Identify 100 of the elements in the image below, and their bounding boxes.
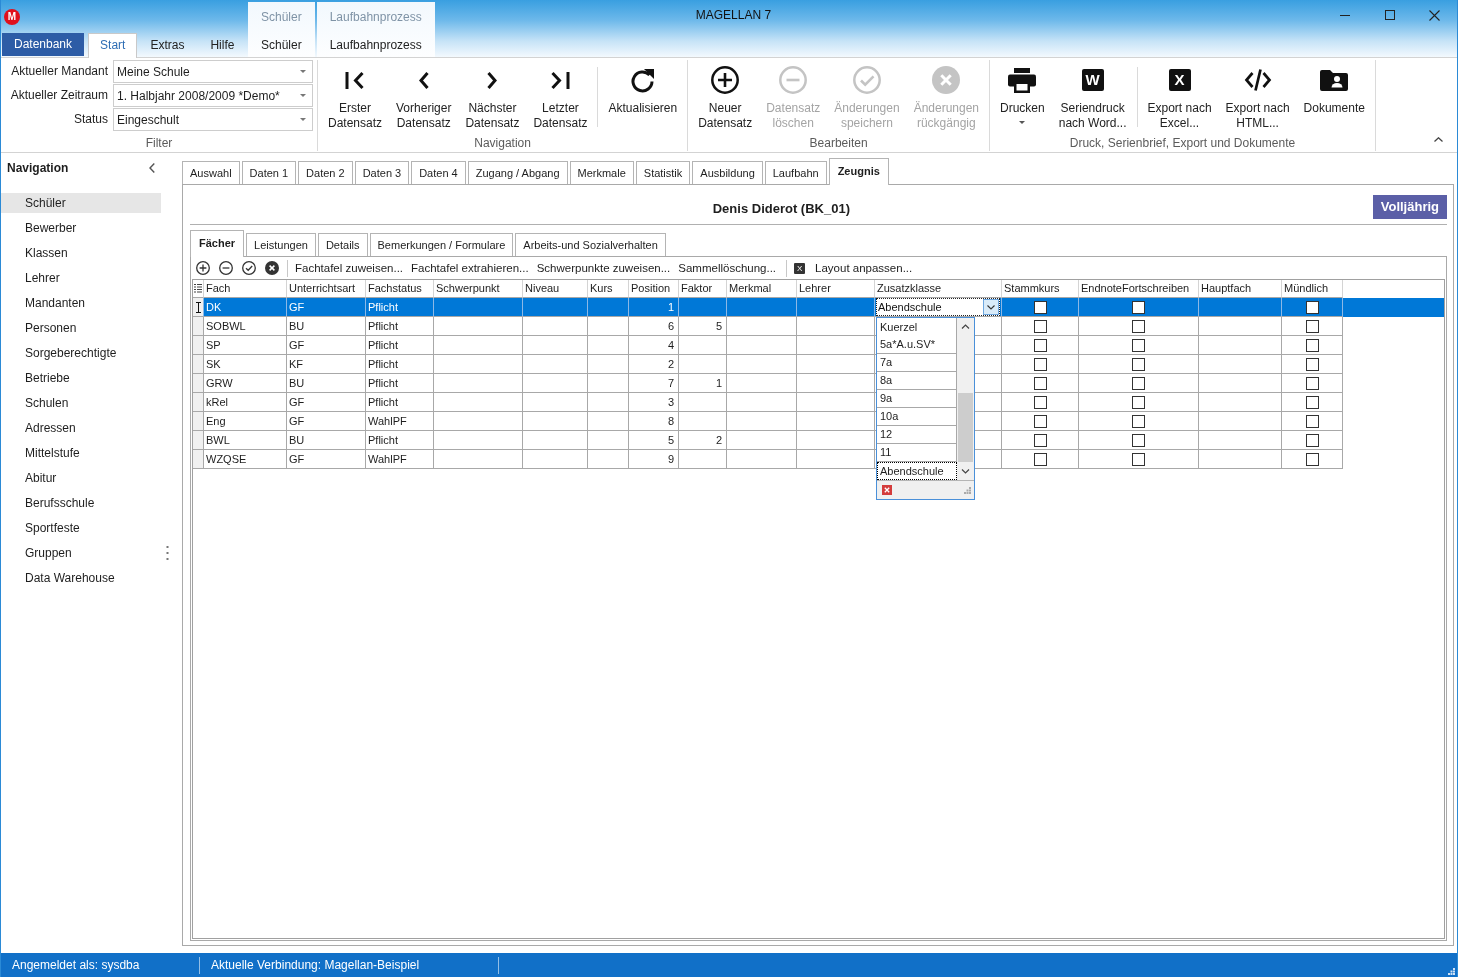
checkbox[interactable] <box>1033 300 1047 314</box>
nav-item[interactable]: Mittelstufe <box>1 443 161 463</box>
application-menu-tab[interactable]: Datenbank <box>2 33 85 56</box>
checkbox[interactable] <box>1033 395 1047 409</box>
first-record-button[interactable]: Erster Datensatz <box>321 60 390 136</box>
nav-item[interactable]: Gruppen <box>1 543 161 563</box>
checkbox[interactable] <box>1305 338 1319 352</box>
nav-item[interactable]: Adressen <box>1 418 161 438</box>
checkbox[interactable] <box>1132 338 1145 352</box>
tab[interactable]: Laufbahn <box>764 161 827 184</box>
nav-item[interactable]: Schüler <box>1 193 161 213</box>
checkbox[interactable] <box>1033 433 1047 447</box>
nav-item[interactable]: Betriebe <box>1 368 161 388</box>
ribbon-tab[interactable]: Schüler <box>248 33 315 57</box>
checkbox[interactable] <box>1305 357 1319 371</box>
tab[interactable]: Daten 2 <box>298 161 353 184</box>
toolbar-button[interactable]: Sammellöschung... <box>678 262 777 274</box>
nav-item[interactable]: Mandanten <box>1 293 161 313</box>
toolbar-button[interactable]: Fachtafel extrahieren... <box>411 262 529 274</box>
ribbon-tab[interactable]: Extras <box>137 33 198 57</box>
scrollbar[interactable] <box>957 318 974 480</box>
last-record-button[interactable]: Letzter Datensatz <box>526 60 595 136</box>
tab[interactable]: Leistungen <box>246 233 316 256</box>
checkbox[interactable] <box>1132 319 1145 333</box>
resize-grip-icon[interactable] <box>1448 968 1455 975</box>
nav-item[interactable]: Data Warehouse <box>1 568 161 588</box>
checkbox[interactable] <box>1132 452 1145 466</box>
nav-item[interactable]: Sportfeste <box>1 518 161 538</box>
excel-export-button[interactable]: X Export nach Excel... <box>1140 60 1219 136</box>
documents-button[interactable]: Dokumente <box>1296 60 1372 136</box>
dropdown-button[interactable] <box>983 299 999 315</box>
checkbox[interactable] <box>1305 433 1319 447</box>
previous-record-button[interactable]: Vorheriger Datensatz <box>389 60 459 136</box>
checkbox[interactable] <box>1132 433 1145 447</box>
nav-item[interactable]: Klassen <box>1 243 161 263</box>
checkbox[interactable] <box>1132 300 1145 314</box>
dropdown-field[interactable]: Meine Schule <box>113 60 313 83</box>
toolbar-button[interactable]: Schwerpunkte zuweisen... <box>536 262 671 274</box>
close-icon[interactable] <box>882 485 892 495</box>
ribbon-tab[interactable]: Hilfe <box>197 33 248 57</box>
ribbon-tab[interactable]: Laufbahnprozess <box>316 33 435 57</box>
tab[interactable]: Fächer <box>190 230 245 257</box>
tab[interactable]: Zeugnis <box>828 158 889 185</box>
minimize-icon[interactable] <box>1339 14 1350 16</box>
tab[interactable]: Merkmale <box>569 161 634 184</box>
chevron-up-icon[interactable] <box>1434 137 1443 142</box>
close-icon[interactable] <box>1429 9 1440 21</box>
checkbox[interactable] <box>1033 357 1047 371</box>
checkbox[interactable] <box>1132 395 1145 409</box>
checkbox[interactable] <box>1132 414 1145 428</box>
tab[interactable]: Statistik <box>635 161 691 184</box>
next-record-button[interactable]: Nächster Datensatz <box>458 60 527 136</box>
print-button[interactable]: Drucken <box>993 60 1052 136</box>
checkbox[interactable] <box>1305 395 1319 409</box>
checkbox[interactable] <box>1305 376 1319 390</box>
tab[interactable]: Auswahl <box>182 161 240 184</box>
ribbon-tab[interactable]: Start <box>88 33 138 58</box>
html-export-button[interactable]: Export nach HTML... <box>1218 60 1297 136</box>
nav-item[interactable]: Schulen <box>1 393 161 413</box>
tab[interactable]: Details <box>317 233 368 256</box>
tab[interactable]: Bemerkungen / Formulare <box>369 233 514 256</box>
nav-item[interactable]: Lehrer <box>1 268 161 288</box>
grip-dots-icon[interactable] <box>166 546 169 560</box>
mail-merge-button[interactable]: W Seriendruck nach Word... <box>1051 60 1134 136</box>
check-circle-icon[interactable] <box>242 261 256 275</box>
table-row[interactable]: DK GF Pflicht 1 Abendschule <box>193 298 1444 317</box>
nav-item[interactable]: Abitur <box>1 468 161 488</box>
new-record-button[interactable]: Neuer Datensatz <box>691 60 760 136</box>
checkbox[interactable] <box>1305 319 1319 333</box>
refresh-button[interactable]: Aktualisieren <box>601 60 685 136</box>
x-circle-icon[interactable] <box>265 261 279 275</box>
checkbox[interactable] <box>1305 300 1319 314</box>
checkbox[interactable] <box>1305 452 1319 466</box>
nav-item[interactable]: Bewerber <box>1 218 161 238</box>
checkbox[interactable] <box>1132 376 1145 390</box>
tab[interactable]: Daten 1 <box>241 161 297 184</box>
checkbox[interactable] <box>1305 414 1319 428</box>
list-icon[interactable] <box>194 284 202 293</box>
tab[interactable]: Daten 4 <box>411 161 466 184</box>
dropdown-field[interactable]: 1. Halbjahr 2008/2009 *Demo* <box>113 84 313 107</box>
checkbox[interactable] <box>1132 357 1145 371</box>
checkbox[interactable] <box>1033 319 1047 333</box>
toolbar-button[interactable]: Fachtafel zuweisen... <box>295 262 404 274</box>
tab[interactable]: Daten 3 <box>354 161 410 184</box>
plus-circle-icon[interactable] <box>196 261 210 275</box>
nav-item[interactable]: Personen <box>1 318 161 338</box>
maximize-icon[interactable] <box>1384 10 1395 20</box>
checkbox[interactable] <box>1033 376 1047 390</box>
chevron-left-icon[interactable] <box>149 163 155 173</box>
tab[interactable]: Zugang / Abgang <box>467 161 568 184</box>
combo-field[interactable]: Abendschule <box>876 298 1000 316</box>
tab[interactable]: Arbeits-und Sozialverhalten <box>515 233 666 256</box>
resize-grip-icon[interactable] <box>964 486 971 494</box>
minus-circle-icon[interactable] <box>219 261 233 275</box>
dropdown-field[interactable]: Eingeschult <box>113 108 313 131</box>
toolbar-button[interactable]: Layout anpassen... <box>815 262 913 274</box>
tab[interactable]: Ausbildung <box>692 161 763 184</box>
checkbox[interactable] <box>1033 452 1047 466</box>
checkbox[interactable] <box>1033 414 1047 428</box>
nav-item[interactable]: Berufsschule <box>1 493 161 513</box>
